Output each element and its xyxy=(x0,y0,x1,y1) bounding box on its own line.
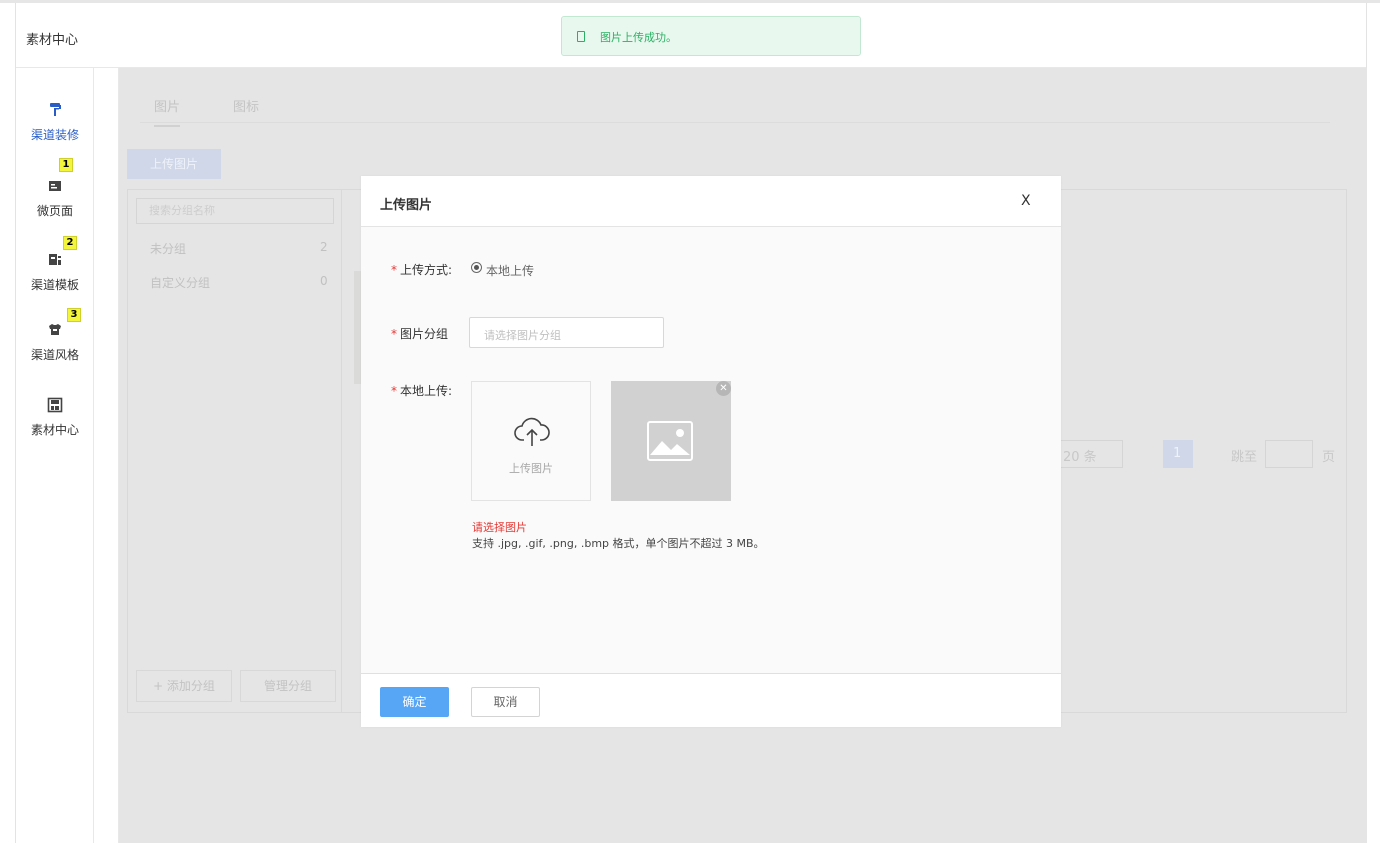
sidebar-item-label: 微页面 xyxy=(36,204,73,218)
upload-method-label: * 上传方式: xyxy=(391,263,453,277)
badge-1: 1 xyxy=(59,158,73,172)
local-upload-radio[interactable] xyxy=(471,262,482,273)
jump-label: 跳至 xyxy=(1231,450,1258,465)
sidebar-item-micro-page[interactable]: 微页面 xyxy=(16,178,94,219)
secondary-sidebar xyxy=(94,68,119,843)
local-upload-radio-label[interactable]: 本地上传 xyxy=(486,262,534,279)
badge-2: 2 xyxy=(63,236,77,250)
dialog-footer: 确定 取消 xyxy=(361,673,1061,727)
image-group-label: * 图片分组 xyxy=(391,327,449,341)
sidebar-item-material-center[interactable]: 素材中心 xyxy=(16,397,94,438)
image-placeholder-icon xyxy=(647,421,693,464)
page-icon xyxy=(47,178,63,194)
save-image-icon xyxy=(47,397,63,413)
header: 素材中心 图片上传成功。 xyxy=(16,3,1366,68)
manage-group-button[interactable]: 管理分组 xyxy=(240,670,336,702)
tshirt-icon xyxy=(47,322,63,338)
success-icon xyxy=(577,31,585,42)
jump-page-input[interactable] xyxy=(1265,440,1313,468)
paint-roller-icon xyxy=(47,102,63,118)
group-name: 未分组 xyxy=(150,242,187,256)
error-text: 请选择图片 xyxy=(472,521,527,534)
add-group-button[interactable]: + 添加分组 xyxy=(136,670,232,702)
close-button[interactable]: X xyxy=(1021,193,1031,209)
tab-images[interactable]: 图片 xyxy=(154,96,181,127)
upload-image-button[interactable]: 上传图片 xyxy=(127,149,221,179)
sidebar-item-label: 渠道风格 xyxy=(30,348,79,362)
group-name: 自定义分组 xyxy=(150,276,211,290)
image-group-placeholder: 请选择图片分组 xyxy=(484,329,561,342)
upload-image-dialog: 上传图片 X * 上传方式: 本地上传 * 图片分组 请选择图片分组 * 本地上传: … xyxy=(361,176,1061,727)
sidebar-item-label: 素材中心 xyxy=(30,423,79,437)
template-icon xyxy=(47,252,63,268)
group-item[interactable]: 未分组 2 xyxy=(150,240,328,257)
tab-icons[interactable]: 图标 xyxy=(233,96,259,115)
current-page-label: 1 xyxy=(1173,446,1182,461)
upload-image-box-label: 上传图片 xyxy=(509,462,553,475)
page-unit-label: 页 xyxy=(1322,450,1336,465)
toast-message: 图片上传成功。 xyxy=(600,31,677,44)
confirm-button[interactable]: 确定 xyxy=(380,687,449,717)
sidebar-item-channel-style[interactable]: 渠道风格 xyxy=(16,322,94,363)
badge-3: 3 xyxy=(67,308,81,322)
dialog-title: 上传图片 xyxy=(380,198,433,213)
sidebar: 渠道装修 微页面 1 渠道模板 2 渠道风格 3 素材中心 xyxy=(16,68,94,843)
sidebar-item-label: 渠道模板 xyxy=(30,278,79,292)
page-size-label: 20 条 xyxy=(1063,450,1097,465)
group-search-input[interactable]: 搜索分组名称 xyxy=(136,198,334,224)
group-count: 2 xyxy=(320,240,328,254)
cloud-upload-icon xyxy=(514,416,550,451)
group-panel: 搜索分组名称 未分组 2 自定义分组 0 + 添加分组 管理分组 xyxy=(128,190,342,712)
local-upload-label: * 本地上传: xyxy=(391,384,453,398)
remove-image-icon[interactable]: ✕ xyxy=(716,381,731,396)
dialog-header: 上传图片 X xyxy=(361,176,1061,227)
tab-bar: 图片 图标 xyxy=(140,90,1330,127)
page-title: 素材中心 xyxy=(26,33,79,48)
sidebar-item-channel-template[interactable]: 渠道模板 xyxy=(16,252,94,293)
upload-image-box[interactable]: 上传图片 xyxy=(471,381,591,501)
cancel-button[interactable]: 取消 xyxy=(471,687,540,717)
image-group-select[interactable]: 请选择图片分组 xyxy=(469,317,664,348)
image-preview xyxy=(611,381,731,501)
group-count: 0 xyxy=(320,274,328,288)
success-toast: 图片上传成功。 xyxy=(561,16,861,56)
format-hint: 支持 .jpg, .gif, .png, .bmp 格式，单个图片不超过 3 M… xyxy=(472,537,765,550)
group-item[interactable]: 自定义分组 0 xyxy=(150,274,328,291)
sidebar-item-label: 渠道装修 xyxy=(30,128,79,142)
sidebar-item-channel-decoration[interactable]: 渠道装修 xyxy=(16,102,94,143)
